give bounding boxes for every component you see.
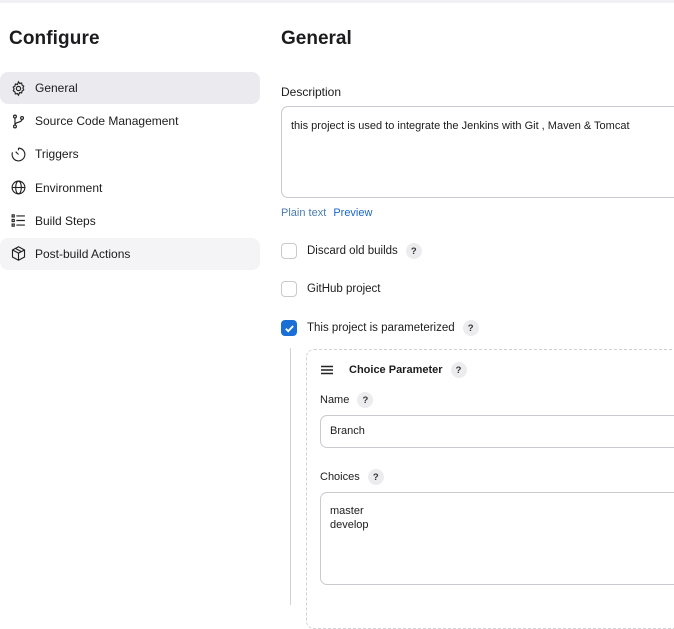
sidebar-item-label: Triggers (35, 147, 79, 162)
choices-label: Choices (320, 471, 360, 483)
discard-old-builds-option: Discard old builds ? (281, 243, 422, 259)
sidebar-item-label: Environment (35, 180, 103, 195)
help-icon[interactable]: ? (405, 243, 422, 259)
page-title: General (281, 28, 352, 49)
plain-text-link[interactable]: Plain text (281, 207, 326, 219)
parameterized-label: This project is parameterized (307, 322, 455, 334)
top-border (0, 0, 674, 3)
sidebar-nav: General Source Code Management Triggers … (0, 72, 260, 271)
help-icon[interactable]: ? (367, 469, 384, 485)
help-icon[interactable]: ? (450, 362, 467, 378)
gear-icon (9, 79, 27, 97)
preview-link[interactable]: Preview (333, 207, 372, 219)
sidebar-item-environment[interactable]: Environment (0, 172, 260, 204)
list-icon (9, 212, 27, 230)
github-project-label: GitHub project (307, 283, 381, 295)
sidebar-item-build-steps[interactable]: Build Steps (0, 205, 260, 237)
sidebar-item-triggers[interactable]: Triggers (0, 138, 260, 170)
description-format-links: Plain text Preview (281, 207, 376, 219)
branch-icon (9, 112, 27, 130)
name-label: Name (320, 394, 350, 406)
parameterized-option: This project is parameterized ? (281, 320, 479, 336)
parameter-name-input[interactable]: Branch (320, 415, 674, 448)
name-label-row: Name ? (320, 392, 374, 408)
sidebar-item-general[interactable]: General (0, 72, 260, 104)
parameters-guide-line (290, 348, 291, 605)
sidebar-item-label: Post-build Actions (35, 246, 131, 261)
choices-textarea[interactable]: master develop (320, 492, 674, 585)
discard-old-builds-checkbox[interactable] (281, 243, 297, 259)
package-icon (9, 245, 27, 263)
description-textarea[interactable]: this project is used to integrate the Je… (281, 106, 674, 198)
globe-icon (9, 179, 27, 197)
github-project-option: GitHub project (281, 281, 381, 297)
drag-handle-icon[interactable] (320, 365, 334, 375)
sidebar-item-source-code-management[interactable]: Source Code Management (0, 105, 260, 137)
sidebar-item-post-build-actions[interactable]: Post-build Actions (0, 237, 260, 270)
choices-label-row: Choices ? (320, 469, 384, 485)
sidebar-title: Configure (9, 28, 100, 49)
description-label: Description (281, 85, 342, 99)
discard-old-builds-label: Discard old builds (307, 245, 398, 257)
sidebar-item-label: General (35, 81, 78, 95)
help-icon[interactable]: ? (462, 320, 479, 336)
sidebar-item-label: Source Code Management (35, 114, 179, 129)
parameterized-checkbox[interactable] (281, 320, 297, 336)
github-project-checkbox[interactable] (281, 281, 297, 297)
choice-parameter-panel (306, 349, 674, 629)
timer-icon (9, 145, 27, 163)
checkmark-icon (284, 324, 294, 332)
choice-parameter-title: Choice Parameter (349, 364, 443, 376)
choice-parameter-header: Choice Parameter ? (320, 362, 467, 378)
sidebar-item-label: Build Steps (35, 213, 96, 228)
help-icon[interactable]: ? (357, 392, 374, 408)
